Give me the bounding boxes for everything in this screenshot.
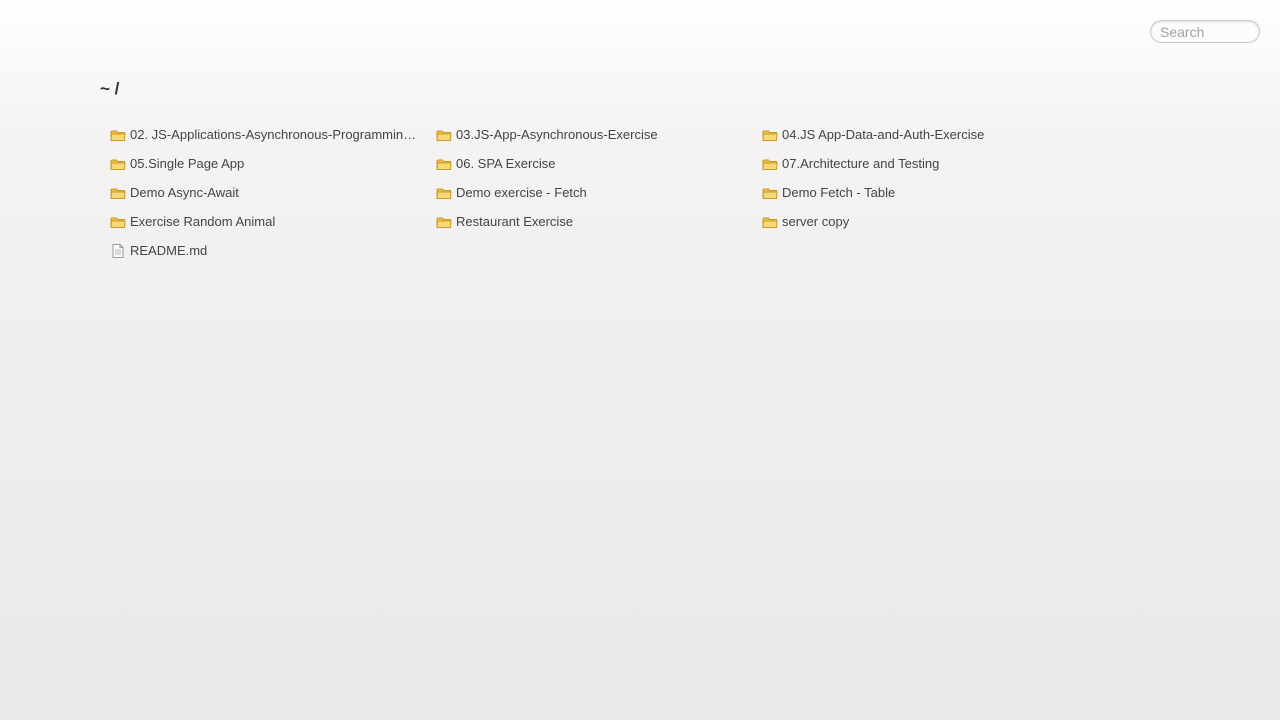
folder-item[interactable]: 07.Architecture and Testing <box>762 149 1088 178</box>
entry-name: 05.Single Page App <box>130 156 245 171</box>
file-icon <box>110 243 126 259</box>
folder-icon <box>110 127 126 143</box>
folder-icon <box>436 214 452 230</box>
entry-name: 04.JS App-Data-and-Auth-Exercise <box>782 127 985 142</box>
folder-icon <box>762 127 778 143</box>
entry-name: Demo exercise - Fetch <box>456 185 587 200</box>
entry-name: server copy <box>782 214 850 229</box>
entry-name: Restaurant Exercise <box>456 214 574 229</box>
folder-item[interactable]: Demo Fetch - Table <box>762 178 1088 207</box>
entry-name: Demo Fetch - Table <box>782 185 896 200</box>
entry-name: 07.Architecture and Testing <box>782 156 940 171</box>
folder-icon <box>110 214 126 230</box>
entry-name: 03.JS-App-Asynchronous-Exercise <box>456 127 658 142</box>
folder-item[interactable]: Restaurant Exercise <box>436 207 762 236</box>
search-input[interactable] <box>1150 20 1260 43</box>
folder-item[interactable]: Exercise Random Animal <box>110 207 436 236</box>
folder-item[interactable]: 04.JS App-Data-and-Auth-Exercise <box>762 120 1088 149</box>
folder-item[interactable]: Demo Async-Await <box>110 178 436 207</box>
folder-item[interactable]: 06. SPA Exercise <box>436 149 762 178</box>
folder-item[interactable]: Demo exercise - Fetch <box>436 178 762 207</box>
folder-icon <box>762 156 778 172</box>
file-item[interactable]: README.md <box>110 236 436 265</box>
folder-item[interactable]: 02. JS-Applications-Asynchronous-Program… <box>110 120 436 149</box>
folder-icon <box>762 185 778 201</box>
breadcrumb: ~ / <box>100 79 120 98</box>
entry-name: README.md <box>130 243 208 258</box>
entry-name: Exercise Random Animal <box>130 214 276 229</box>
folder-icon <box>436 156 452 172</box>
folder-icon <box>762 214 778 230</box>
folder-icon <box>436 185 452 201</box>
entry-name: 02. JS-Applications-Asynchronous-Program… <box>130 127 423 142</box>
file-listing: 02. JS-Applications-Asynchronous-Program… <box>110 120 1088 265</box>
entry-name: Demo Async-Await <box>130 185 239 200</box>
folder-icon <box>436 127 452 143</box>
folder-icon <box>110 185 126 201</box>
folder-item[interactable]: 05.Single Page App <box>110 149 436 178</box>
folder-item[interactable]: 03.JS-App-Asynchronous-Exercise <box>436 120 762 149</box>
folder-icon <box>110 156 126 172</box>
folder-item[interactable]: server copy <box>762 207 1088 236</box>
entry-name: 06. SPA Exercise <box>456 156 556 171</box>
